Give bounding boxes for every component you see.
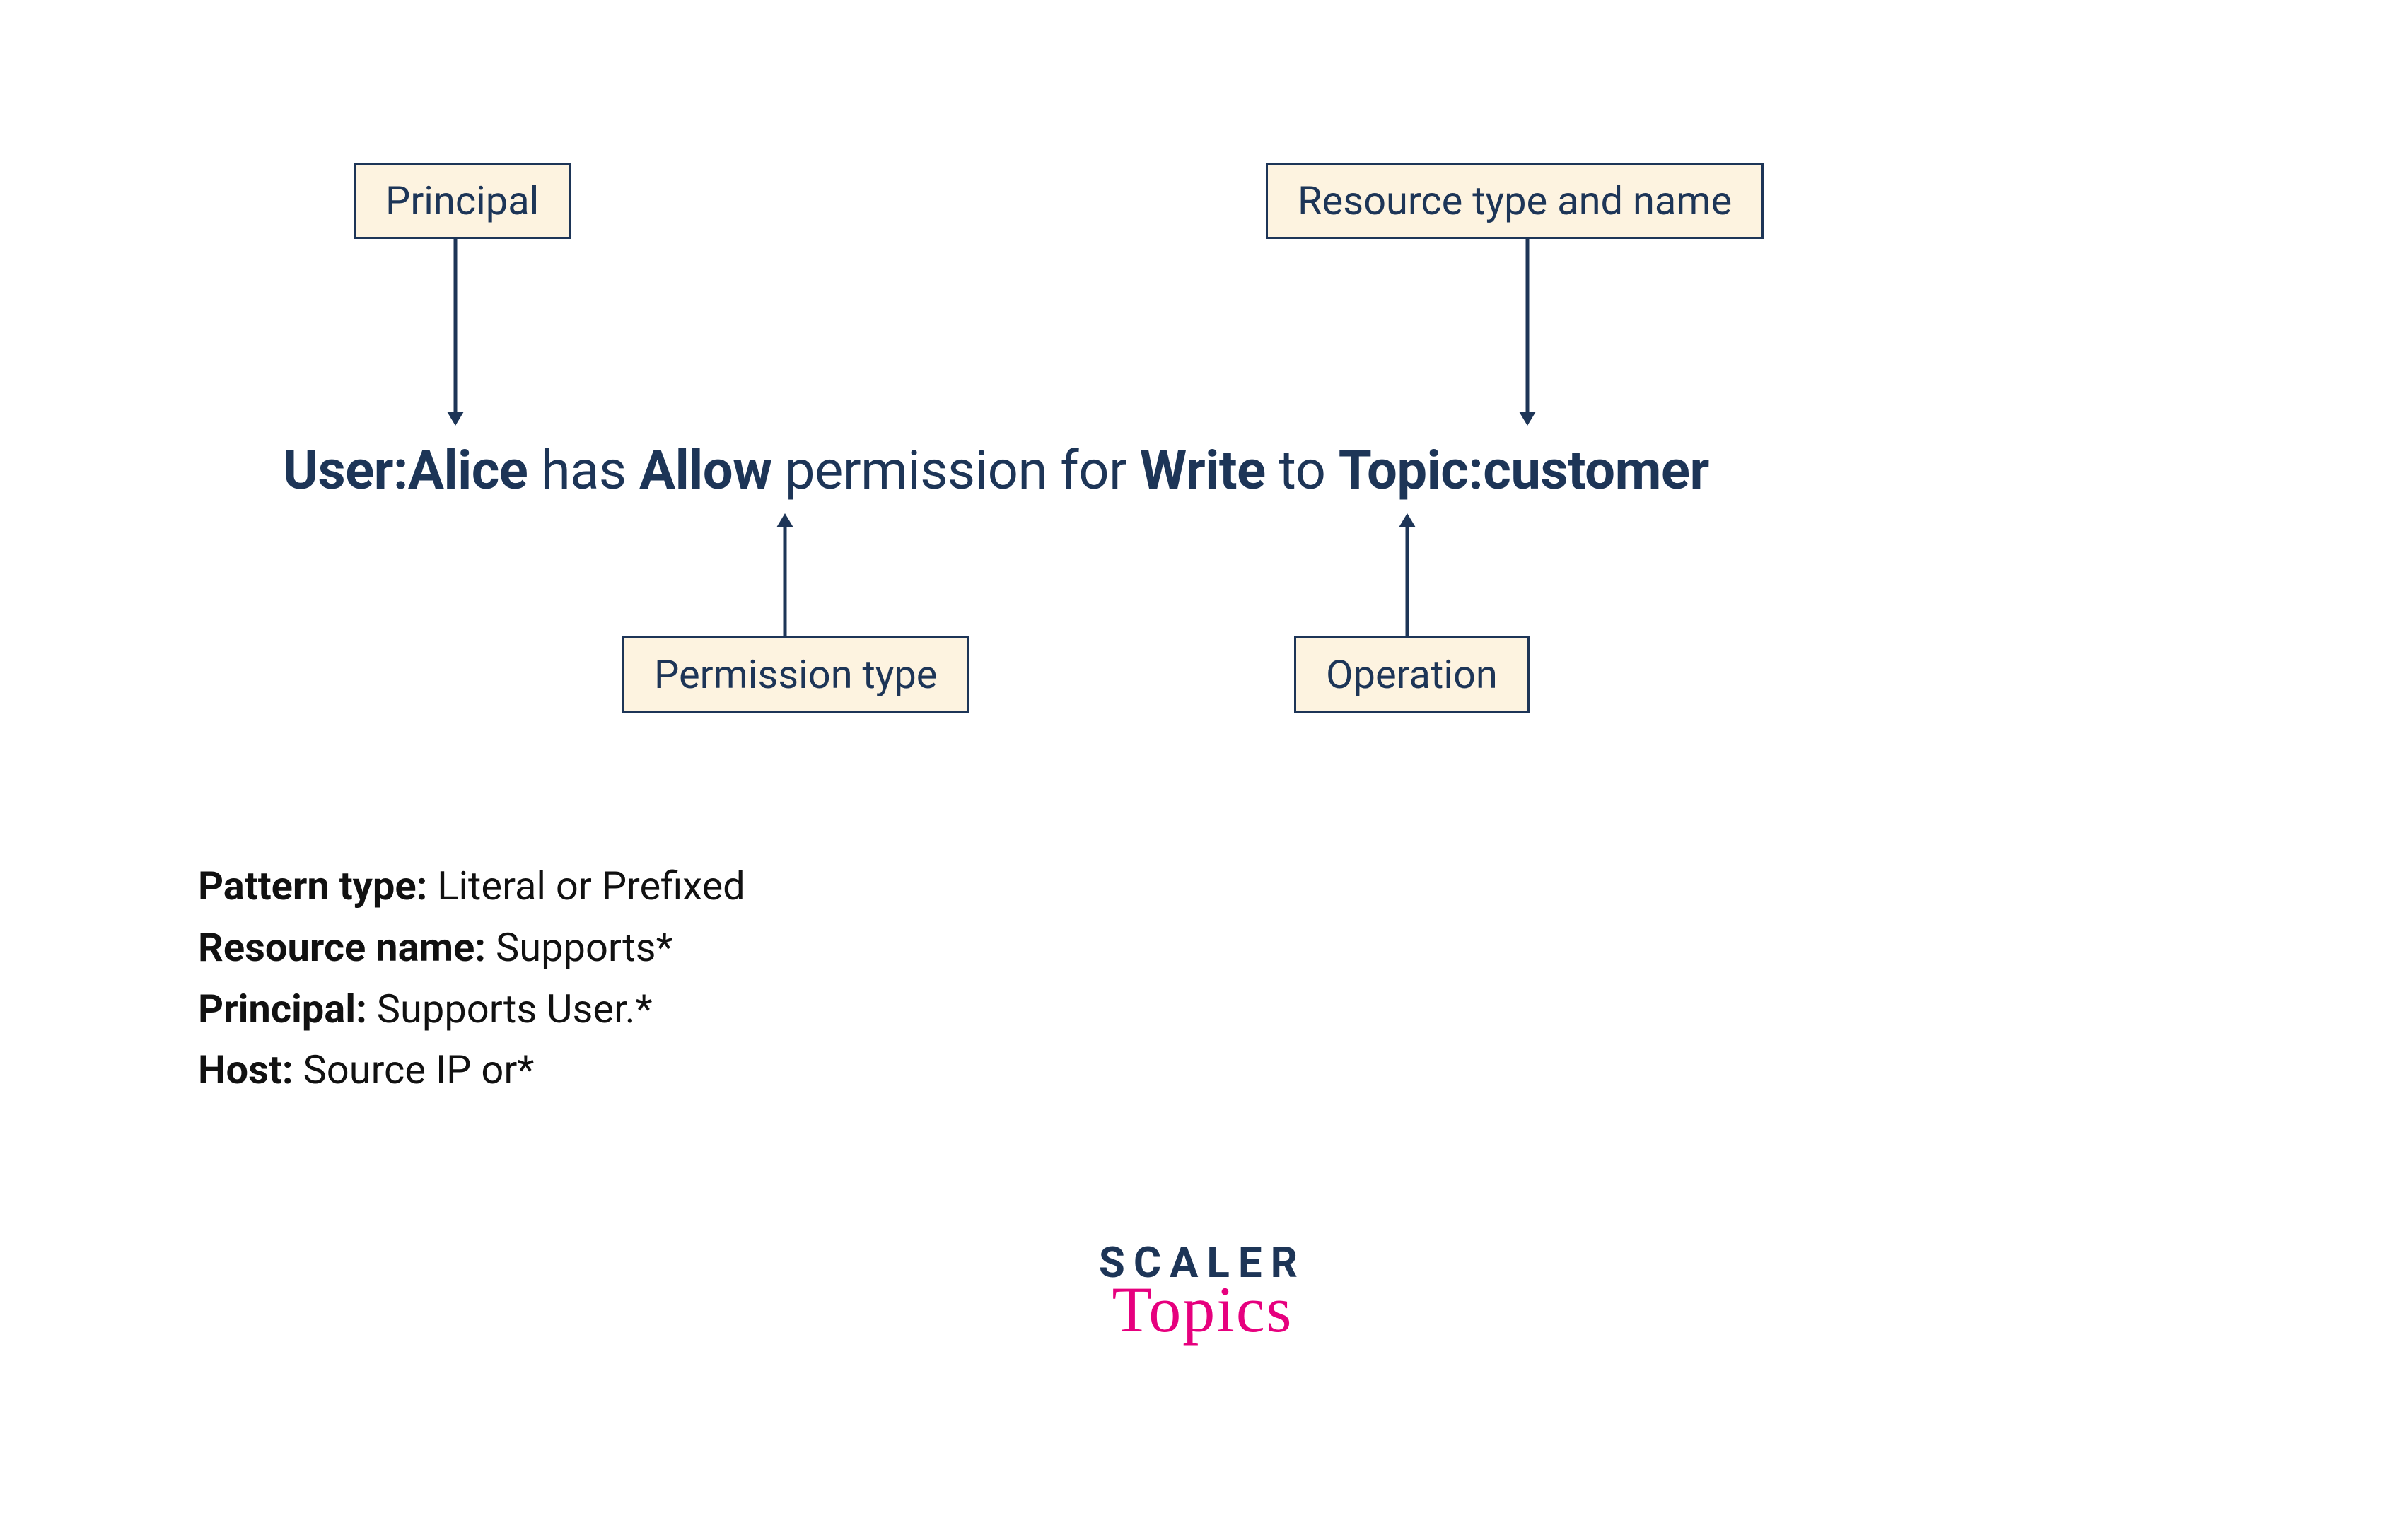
sentence-permission: Allow [639, 438, 772, 502]
scaler-topics-logo: SCALER Topics [1099, 1237, 1306, 1347]
note-pattern-type-label: Pattern type: [198, 863, 427, 909]
label-operation: Operation [1294, 636, 1530, 713]
sentence-principal: User:Alice [283, 438, 528, 502]
sentence-operation: Write [1140, 438, 1266, 502]
note-pattern-type-value: Literal or Prefixed [427, 863, 745, 909]
note-resource-name: Resource name: Supports* [198, 917, 745, 979]
arrow-resource [1513, 239, 1542, 430]
logo-topics-text: Topics [1099, 1272, 1306, 1347]
label-resource-text: Resource type and name [1298, 177, 1732, 224]
diagram-canvas: Principal Resource type and name Permiss… [0, 0, 2405, 1540]
label-permission-text: Permission type [654, 651, 938, 698]
sentence-to: to [1266, 438, 1339, 502]
label-operation-text: Operation [1326, 651, 1498, 698]
arrow-operation [1393, 509, 1421, 636]
note-resource-name-label: Resource name: [198, 924, 486, 971]
note-pattern-type: Pattern type: Literal or Prefixed [198, 856, 745, 917]
sentence-permission-for: permission for [772, 438, 1140, 502]
note-host: Host: Source IP or* [198, 1039, 745, 1101]
label-principal: Principal [354, 163, 571, 239]
sentence-resource: Topic:customer [1339, 438, 1709, 502]
note-principal-value: Supports User.* [367, 986, 653, 1032]
note-principal-label: Principal: [198, 986, 367, 1032]
notes-block: Pattern type: Literal or Prefixed Resour… [198, 856, 745, 1101]
label-resource: Resource type and name [1266, 163, 1764, 239]
note-resource-name-value: Supports* [486, 924, 673, 971]
note-host-label: Host: [198, 1046, 293, 1093]
arrow-permission [771, 509, 799, 636]
sentence-has: has [528, 438, 639, 502]
note-host-value: Source IP or* [293, 1046, 535, 1093]
arrow-principal [441, 239, 470, 430]
note-principal: Principal: Supports User.* [198, 979, 745, 1040]
label-permission: Permission type [622, 636, 969, 713]
label-principal-text: Principal [385, 177, 539, 224]
acl-sentence: User:Alice has Allow permission for Writ… [283, 438, 1709, 502]
